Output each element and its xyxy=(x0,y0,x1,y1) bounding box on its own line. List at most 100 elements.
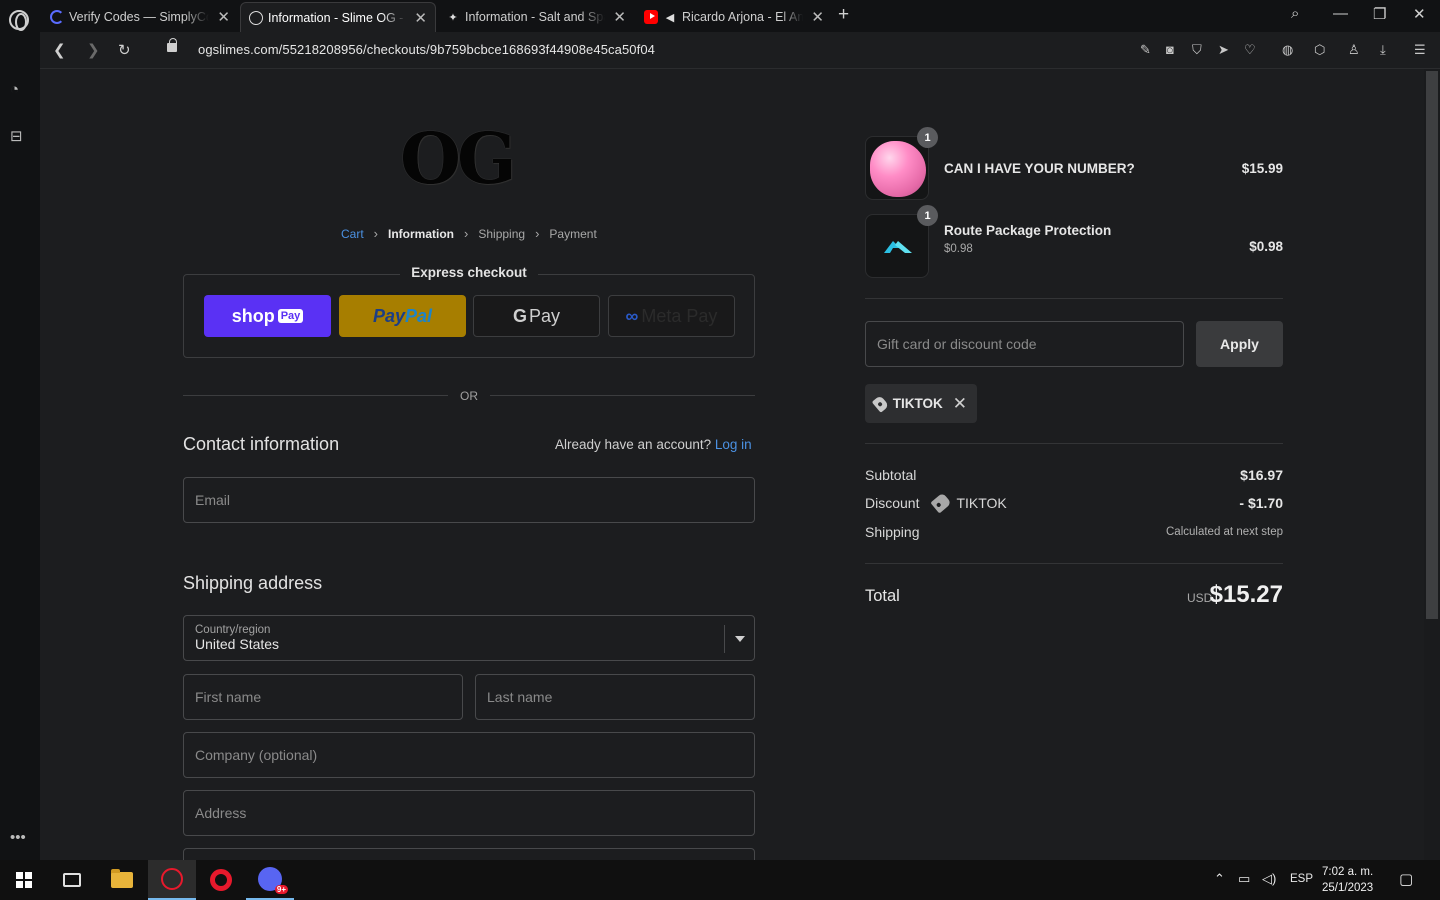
discount-code-input[interactable]: Gift card or discount code xyxy=(865,321,1184,367)
speed-dial-icon[interactable]: ◔ xyxy=(10,81,19,98)
email-field[interactable]: Email xyxy=(183,477,755,523)
send-icon[interactable]: ➤ xyxy=(1218,42,1229,58)
google-g-icon: G xyxy=(512,305,527,326)
network-icon[interactable]: ▭ xyxy=(1238,871,1250,887)
divider xyxy=(183,395,448,396)
product-name: Route Package Protection xyxy=(944,223,1112,238)
back-icon[interactable]: ❮ xyxy=(53,41,66,59)
profile-icon[interactable]: ♙ xyxy=(1348,42,1360,58)
tab-slime-og[interactable]: Information - Slime OG - Checkout ✕ xyxy=(240,2,436,32)
last-name-field[interactable]: Last name xyxy=(475,674,755,720)
tab-title: Information - Salt and Sparkle xyxy=(465,10,605,24)
opera-menu-icon[interactable] xyxy=(9,10,29,31)
shipping-value: Calculated at next step xyxy=(1166,526,1283,538)
more-options-icon[interactable]: ••• xyxy=(10,829,26,846)
quantity-badge: 1 xyxy=(917,127,938,148)
clock-time: 7:02 a. m. xyxy=(1322,866,1374,878)
globe-favicon-icon xyxy=(249,10,263,25)
breadcrumb-payment: Payment xyxy=(549,226,597,241)
account-prompt-text: Already have an account? xyxy=(555,437,712,452)
address-field[interactable]: Address xyxy=(183,790,755,836)
country-select[interactable]: Country/region United States xyxy=(183,615,755,661)
vpn-globe-icon[interactable]: ◍ xyxy=(1282,42,1293,58)
tab-title: Verify Codes — SimplyCodes xyxy=(69,10,210,24)
discord-icon xyxy=(258,867,288,894)
restore-icon[interactable]: ❐ xyxy=(1373,5,1386,23)
new-tab-icon[interactable]: + xyxy=(838,4,849,26)
or-separator: OR xyxy=(460,389,478,403)
file-explorer-button[interactable] xyxy=(98,860,146,900)
divider xyxy=(865,443,1283,444)
applied-discount-chip: TIKTOK ✕ xyxy=(865,384,977,423)
company-field[interactable]: Company (optional) xyxy=(183,732,755,778)
camera-icon[interactable]: ◙ xyxy=(1166,42,1174,57)
opera-icon xyxy=(210,869,232,891)
download-icon[interactable]: ⤓ xyxy=(1380,42,1386,58)
close-tab-icon[interactable]: ✕ xyxy=(613,8,626,26)
address-bar: ❮ ❯ ↻ ogslimes.com/55218208956/checkouts… xyxy=(40,32,1440,69)
product-thumbnail: 1 xyxy=(865,205,938,278)
forward-icon[interactable]: ❯ xyxy=(87,41,100,59)
google-pay-label: Pay xyxy=(528,305,561,326)
scrollbar-thumb[interactable] xyxy=(1426,71,1438,619)
paypal-button[interactable]: Pay Pal xyxy=(339,295,466,337)
opera-gx-taskbar-button[interactable] xyxy=(148,860,196,900)
heart-icon[interactable]: ♡ xyxy=(1244,42,1256,58)
snapshot-edit-icon[interactable]: ✎ xyxy=(1140,42,1151,58)
shop-pay-tag: Pay xyxy=(277,309,304,323)
easy-setup-menu-icon[interactable]: ☰ xyxy=(1414,42,1426,58)
volume-icon[interactable]: ◁) xyxy=(1262,871,1276,887)
divider xyxy=(865,563,1283,564)
sparkle-favicon-icon: ✦ xyxy=(448,11,458,24)
reload-icon[interactable]: ↻ xyxy=(118,41,131,59)
login-link[interactable]: Log in xyxy=(715,437,752,452)
express-checkout-title: Express checkout xyxy=(400,265,538,280)
store-logo[interactable]: OG xyxy=(400,117,540,207)
opera-taskbar-button[interactable] xyxy=(197,860,245,900)
show-hidden-icons-icon[interactable]: ⌃ xyxy=(1214,871,1225,887)
first-name-field[interactable]: First name xyxy=(183,674,463,720)
search-tabs-icon[interactable]: ⌕ xyxy=(1291,5,1299,22)
close-tab-icon[interactable]: ✕ xyxy=(217,8,230,26)
notifications-icon[interactable]: ▢ xyxy=(1399,870,1413,888)
close-tab-icon[interactable]: ✕ xyxy=(811,8,824,26)
minimize-icon[interactable]: — xyxy=(1333,5,1348,22)
input-language[interactable]: ESP xyxy=(1290,873,1313,885)
applied-discount-code: TIKTOK xyxy=(892,396,943,411)
subtotal-value: $16.97 xyxy=(1240,467,1283,483)
discount-row-label: Discount TIKTOK xyxy=(865,492,1007,514)
tab-salt-and-sparkle[interactable]: ✦ Information - Salt and Sparkle ✕ xyxy=(438,2,634,32)
windows-logo-icon xyxy=(16,872,32,888)
shield-icon[interactable]: ⛉ xyxy=(1192,42,1202,58)
paypal-label-second: Pal xyxy=(405,305,433,326)
discord-taskbar-button[interactable] xyxy=(246,860,294,900)
lock-icon[interactable] xyxy=(167,38,177,52)
subtotal-label: Subtotal xyxy=(865,467,917,483)
chevron-down-icon[interactable] xyxy=(724,625,754,653)
speaker-icon[interactable]: ◀ xyxy=(663,10,677,24)
google-pay-button[interactable]: G Pay xyxy=(473,295,600,337)
clock-date: 25/1/2023 xyxy=(1322,882,1374,894)
page-scrollbar[interactable] xyxy=(1424,69,1440,860)
clock[interactable]: 7:02 a. m. 25/1/2023 xyxy=(1322,864,1373,896)
apply-button[interactable]: Apply xyxy=(1196,321,1283,367)
close-window-icon[interactable]: ✕ xyxy=(1413,5,1426,23)
tab-simplycodes[interactable]: Verify Codes — SimplyCodes ✕ xyxy=(42,2,238,32)
meta-pay-button[interactable]: ∞ Meta Pay xyxy=(608,295,735,337)
chevron-right-icon: › xyxy=(464,226,469,241)
extensions-cube-icon[interactable]: ⬡ xyxy=(1314,42,1325,58)
shop-pay-button[interactable]: shop Pay xyxy=(204,295,331,337)
apartment-field[interactable] xyxy=(183,848,755,860)
chevron-right-icon: › xyxy=(373,226,379,241)
tab-youtube[interactable]: ◀ Ricardo Arjona - El Amor ✕ xyxy=(636,2,832,32)
country-value: United States xyxy=(195,636,280,652)
contact-information-title: Contact information xyxy=(183,434,340,454)
total-value: $15.27 xyxy=(1209,581,1283,608)
task-view-button[interactable] xyxy=(48,860,96,900)
breadcrumb-cart-link[interactable]: Cart xyxy=(341,227,364,241)
start-button[interactable] xyxy=(0,860,48,900)
workspaces-icon[interactable]: ⊟ xyxy=(10,127,23,145)
url-field[interactable]: ogslimes.com/55218208956/checkouts/9b759… xyxy=(198,42,655,57)
close-tab-icon[interactable]: ✕ xyxy=(414,9,427,27)
remove-discount-icon[interactable]: ✕ xyxy=(953,394,967,414)
